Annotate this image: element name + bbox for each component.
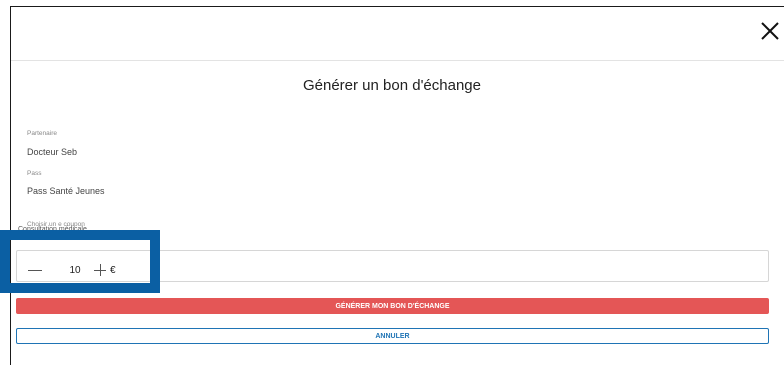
pass-label: Pass	[27, 170, 42, 177]
partner-value: Docteur Seb	[27, 147, 78, 157]
partner-label: Partenaire	[27, 130, 57, 137]
header-divider	[11, 60, 784, 61]
generate-voucher-button[interactable]: GÉNÉRER MON BON D'ÉCHANGE	[16, 298, 769, 314]
close-button[interactable]	[758, 19, 782, 43]
modal-title: Générer un bon d'échange	[302, 77, 481, 94]
cancel-button[interactable]: ANNULER	[16, 328, 769, 344]
plus-icon[interactable]	[94, 264, 106, 276]
amount-value[interactable]: 10	[64, 265, 86, 276]
pass-value: Pass Santé Jeunes	[27, 186, 105, 196]
quantity-stepper[interactable]: 10 €	[28, 262, 116, 278]
currency-symbol: €	[110, 264, 116, 276]
minus-icon[interactable]	[28, 269, 42, 271]
close-icon	[761, 22, 779, 40]
